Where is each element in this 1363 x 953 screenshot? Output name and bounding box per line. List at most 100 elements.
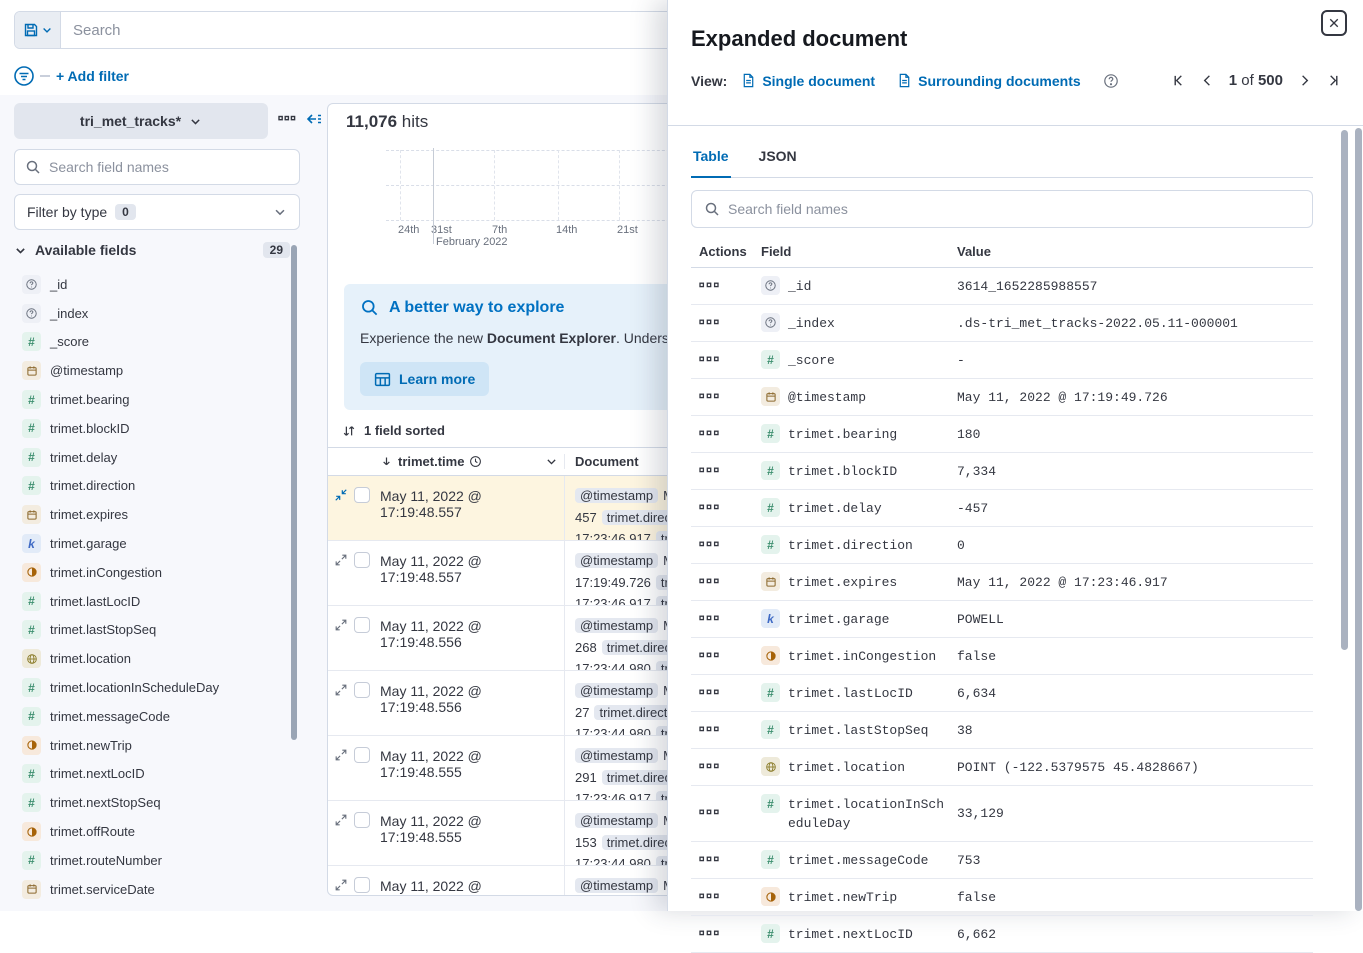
row-checkbox[interactable] xyxy=(354,812,370,828)
sidebar-field-trimet.lastStopSeq[interactable]: #trimet.lastStopSeq xyxy=(14,616,290,645)
field-actions-icon[interactable] xyxy=(699,501,719,513)
field-value: POINT (-122.5379575 45.4828667) xyxy=(957,760,1199,775)
number-field-type-icon: # xyxy=(761,720,780,739)
row-checkbox[interactable] xyxy=(354,682,370,698)
time-column-header[interactable]: trimet.time xyxy=(376,454,564,469)
field-name-label: trimet.messageCode xyxy=(50,709,170,724)
sidebar-field-trimet.offRoute[interactable]: trimet.offRoute xyxy=(14,817,290,846)
row-checkbox[interactable] xyxy=(354,877,370,893)
number-field-type-icon: # xyxy=(22,592,41,611)
surrounding-documents-link[interactable]: Surrounding documents xyxy=(897,73,1081,89)
sidebar-field-trimet.location[interactable]: trimet.location xyxy=(14,644,290,673)
last-page-icon[interactable] xyxy=(1326,73,1341,88)
field-actions-icon[interactable] xyxy=(699,464,719,476)
document-field-row: #trimet.delay-457 xyxy=(691,490,1313,527)
field-name-label: trimet.lastLocID xyxy=(50,594,140,609)
field-actions-icon[interactable] xyxy=(699,649,719,661)
field-actions-icon[interactable] xyxy=(699,927,719,939)
row-checkbox[interactable] xyxy=(354,552,370,568)
expand-document-icon[interactable] xyxy=(334,553,348,605)
field-value-text: 17:23:46.917 xyxy=(575,596,651,605)
field-actions-icon[interactable] xyxy=(699,427,719,439)
field-value-text: 17:23:46.917 xyxy=(575,791,651,800)
sidebar-field-trimet.inCongestion[interactable]: trimet.inCongestion xyxy=(14,558,290,587)
sidebar-field-trimet.locationInScheduleDay[interactable]: #trimet.locationInScheduleDay xyxy=(14,673,290,702)
sidebar-field-_score[interactable]: #_score xyxy=(14,328,290,357)
field-actions-icon[interactable] xyxy=(699,890,719,902)
field-actions-icon[interactable] xyxy=(699,853,719,865)
collapse-sidebar-icon[interactable] xyxy=(305,111,323,127)
number-field-type-icon: # xyxy=(22,707,41,726)
saved-query-menu-button[interactable] xyxy=(15,12,61,48)
sort-desc-arrow-icon xyxy=(380,455,393,468)
field-actions-icon[interactable] xyxy=(699,723,719,735)
field-actions-icon[interactable] xyxy=(699,279,719,291)
available-fields-header[interactable]: Available fields 29 xyxy=(14,242,290,258)
sidebar-field-@timestamp[interactable]: @timestamp xyxy=(14,356,290,385)
sidebar-field-trimet.expires[interactable]: trimet.expires xyxy=(14,500,290,529)
add-filter-button[interactable]: + Add filter xyxy=(56,68,129,84)
sidebar-field-trimet.bearing[interactable]: #trimet.bearing xyxy=(14,385,290,414)
number-field-type-icon: # xyxy=(22,419,41,438)
document-fields-table: Actions Field Value _id3614_165228598855… xyxy=(691,236,1313,953)
sidebar-field-trimet.delay[interactable]: #trimet.delay xyxy=(14,443,290,472)
field-actions-icon[interactable] xyxy=(699,353,719,365)
field-value-text: 153 xyxy=(575,835,597,850)
learn-more-button[interactable]: Learn more xyxy=(360,362,489,396)
previous-page-icon[interactable] xyxy=(1200,73,1215,88)
expand-document-icon[interactable] xyxy=(334,813,348,865)
row-checkbox[interactable] xyxy=(354,747,370,763)
index-pattern-switcher[interactable]: tri_met_tracks* xyxy=(14,103,268,139)
field-value: 33,129 xyxy=(957,806,1004,821)
sidebar-field-trimet.nextStopSeq[interactable]: #trimet.nextStopSeq xyxy=(14,788,290,817)
sidebar-field-trimet.messageCode[interactable]: # trimet.messageCode xyxy=(14,702,290,731)
sidebar-field-_index[interactable]: _index xyxy=(14,299,290,328)
single-document-link[interactable]: Single document xyxy=(741,73,875,89)
close-flyout-button[interactable] xyxy=(1321,10,1347,36)
sidebar-scrollbar[interactable] xyxy=(291,245,297,740)
field-value: 7,334 xyxy=(957,464,996,479)
help-icon[interactable] xyxy=(1103,73,1119,89)
row-checkbox[interactable] xyxy=(354,487,370,503)
filter-by-type-dropdown[interactable]: Filter by type 0 xyxy=(14,194,300,230)
sidebar-field-trimet.garage[interactable]: ktrimet.garage xyxy=(14,529,290,558)
sidebar-field-trimet.direction[interactable]: #trimet.direction xyxy=(14,472,290,501)
next-page-icon[interactable] xyxy=(1297,73,1312,88)
expand-document-icon[interactable] xyxy=(334,618,348,670)
flyout-scrollbar[interactable] xyxy=(1355,128,1362,911)
row-time-value: May 11, 2022 @ 17:19:48.556 xyxy=(380,671,564,715)
expand-document-icon[interactable] xyxy=(334,748,348,800)
sidebar-field-trimet.newTrip[interactable]: trimet.newTrip xyxy=(14,731,290,760)
sidebar-field-search-input[interactable] xyxy=(49,159,289,175)
row-checkbox[interactable] xyxy=(354,617,370,633)
field-name-pill: @timestamp xyxy=(575,683,658,698)
flyout-body: Table JSON Actions Field Value _id3614_1… xyxy=(691,138,1313,953)
field-actions-icon[interactable] xyxy=(699,538,719,550)
field-actions-icon[interactable] xyxy=(699,390,719,402)
minimize-document-icon[interactable] xyxy=(334,488,348,540)
tab-json[interactable]: JSON xyxy=(757,138,799,177)
sidebar-field-trimet.routeNumber[interactable]: #trimet.routeNumber xyxy=(14,846,290,875)
field-actions-icon[interactable] xyxy=(699,760,719,772)
number-field-type-icon: # xyxy=(22,678,41,697)
field-actions-icon[interactable] xyxy=(699,316,719,328)
filter-options-icon[interactable] xyxy=(12,64,36,88)
flyout-table-scrollbar[interactable] xyxy=(1341,130,1348,650)
field-actions-icon[interactable] xyxy=(699,806,719,818)
flyout-field-search-input[interactable] xyxy=(728,201,1300,217)
field-actions-icon[interactable] xyxy=(699,575,719,587)
tab-table[interactable]: Table xyxy=(691,138,731,178)
sidebar-field-_id[interactable]: _id xyxy=(14,270,290,299)
document-field-row: ktrimet.garagePOWELL xyxy=(691,601,1313,638)
sidebar-field-trimet.lastLocID[interactable]: # trimet.lastLocID xyxy=(14,587,290,616)
expand-document-icon[interactable] xyxy=(334,683,348,735)
first-page-icon[interactable] xyxy=(1171,73,1186,88)
chevron-down-icon[interactable] xyxy=(545,455,558,468)
expand-document-icon[interactable] xyxy=(334,878,348,896)
field-filters-icon[interactable] xyxy=(278,111,296,125)
sidebar-field-trimet.blockID[interactable]: #trimet.blockID xyxy=(14,414,290,443)
sidebar-field-trimet.serviceDate[interactable]: trimet.serviceDate xyxy=(14,875,290,904)
sidebar-field-trimet.nextLocID[interactable]: #trimet.nextLocID xyxy=(14,760,290,789)
field-actions-icon[interactable] xyxy=(699,612,719,624)
field-actions-icon[interactable] xyxy=(699,686,719,698)
